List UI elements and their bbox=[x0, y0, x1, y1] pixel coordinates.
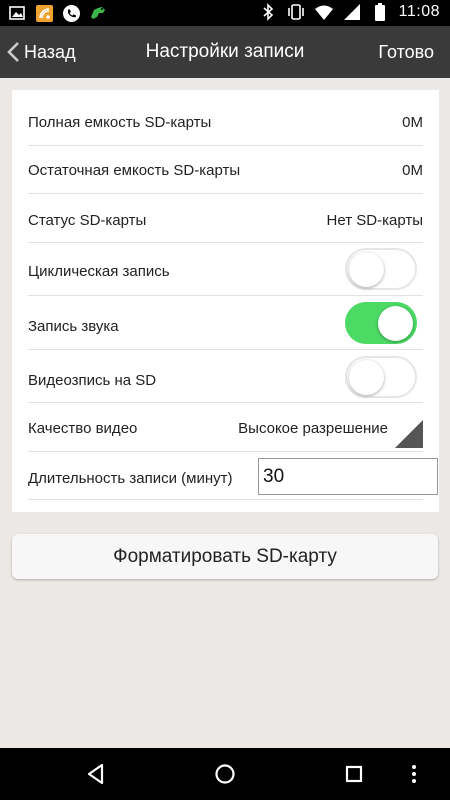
sd-video-recording-toggle[interactable] bbox=[345, 356, 417, 398]
remaining-capacity-label: Остаточная емкость SD-карты bbox=[28, 162, 241, 179]
record-duration-label: Длительность записи (минут) bbox=[28, 470, 233, 487]
signal-icon bbox=[343, 3, 361, 21]
battery-icon bbox=[371, 3, 389, 21]
format-sd-card-button[interactable]: Форматировать SD-карту bbox=[12, 534, 438, 579]
back-label: Назад bbox=[24, 41, 76, 62]
remaining-capacity-value: 0M bbox=[402, 162, 423, 179]
video-quality-label: Качество видео bbox=[28, 420, 138, 437]
total-capacity-value: 0M bbox=[402, 114, 423, 131]
sd-status-label: Статус SD-карты bbox=[28, 212, 147, 229]
video-quality-row[interactable]: Качество видео Высокое разрешение bbox=[28, 403, 423, 452]
home-circle-icon[interactable] bbox=[211, 760, 239, 788]
toggle-knob bbox=[349, 252, 384, 287]
phone-icon bbox=[62, 4, 80, 22]
wifi-icon bbox=[314, 3, 333, 21]
sd-status-value: Нет SD-карты bbox=[326, 212, 423, 229]
chevron-left-icon bbox=[7, 42, 19, 62]
dropdown-corner-icon[interactable] bbox=[395, 420, 423, 448]
remaining-capacity-row: Остаточная емкость SD-карты 0M bbox=[28, 146, 423, 194]
audio-recording-label: Запись звука bbox=[28, 318, 119, 335]
image-icon bbox=[8, 4, 26, 22]
video-quality-value[interactable]: Высокое разрешение bbox=[238, 420, 388, 437]
recents-square-icon[interactable] bbox=[340, 760, 368, 788]
vibrate-icon bbox=[287, 3, 305, 21]
toggle-knob bbox=[349, 360, 384, 395]
bluetooth-icon bbox=[259, 3, 277, 21]
bug-icon bbox=[89, 4, 107, 22]
more-vertical-icon[interactable] bbox=[404, 760, 424, 788]
sd-video-recording-row: Видеозпись на SD bbox=[28, 350, 423, 403]
status-bar: 11:08 bbox=[0, 0, 450, 26]
status-bar-notifications bbox=[8, 4, 107, 22]
done-button[interactable]: Готово bbox=[378, 26, 434, 78]
total-capacity-label: Полная емкость SD-карты bbox=[28, 114, 212, 131]
app-header: Настройки записи Назад Готово bbox=[0, 26, 450, 78]
sd-video-recording-label: Видеозпись на SD bbox=[28, 372, 157, 389]
back-button[interactable]: Назад bbox=[6, 26, 76, 78]
back-triangle-icon[interactable] bbox=[82, 760, 110, 788]
status-bar-system: 11:08 bbox=[259, 3, 440, 21]
loop-recording-label: Циклическая запись bbox=[28, 263, 170, 280]
record-duration-input[interactable] bbox=[258, 458, 438, 495]
settings-card: Полная емкость SD-карты 0M Остаточная ем… bbox=[12, 90, 439, 512]
total-capacity-row: Полная емкость SD-карты 0M bbox=[28, 98, 423, 146]
audio-recording-row: Запись звука bbox=[28, 296, 423, 350]
loop-recording-toggle[interactable] bbox=[345, 248, 417, 290]
system-navigation-bar bbox=[0, 748, 450, 800]
audio-recording-toggle[interactable] bbox=[345, 302, 417, 344]
clock: 11:08 bbox=[398, 3, 440, 20]
record-duration-row: Длительность записи (минут) bbox=[28, 452, 438, 500]
toggle-knob bbox=[378, 306, 413, 341]
app-icon bbox=[35, 4, 53, 22]
sd-status-row: Статус SD-карты Нет SD-карты bbox=[28, 194, 423, 243]
loop-recording-row: Циклическая запись bbox=[28, 243, 423, 296]
